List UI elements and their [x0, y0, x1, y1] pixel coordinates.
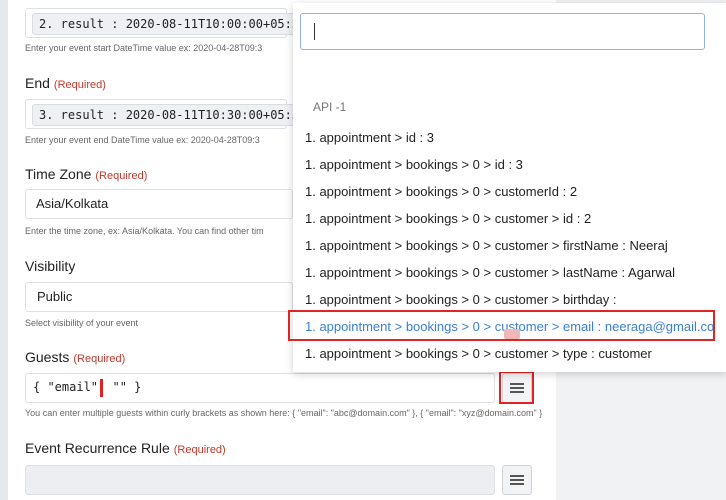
guests-input[interactable]: { "email": "" }	[25, 373, 495, 403]
visibility-label: Visibility	[25, 258, 76, 274]
dropdown-group-label: API -1	[313, 100, 347, 114]
timezone-required-marker: (Required)	[95, 170, 148, 182]
timezone-help-text: Enter the time zone, ex: Asia/Kolkata. Y…	[25, 226, 264, 236]
dropdown-item[interactable]: 1. appointment > bookings > 0 > customer…	[305, 265, 675, 280]
drag-cursor-icon	[504, 329, 520, 339]
start-datetime-input[interactable]: 2. result : 2020-08-11T10:00:00+05:30	[25, 8, 314, 38]
dropdown-item[interactable]: 1. appointment > id : 3	[305, 130, 434, 145]
variable-search-input[interactable]	[300, 13, 705, 50]
guests-help-text: You can enter multiple guests within cur…	[25, 408, 543, 418]
timezone-input[interactable]: Asia/Kolkata	[25, 189, 293, 219]
timezone-label: Time Zone (Required)	[25, 166, 147, 182]
guests-label-text: Guests	[25, 349, 70, 365]
dropdown-item[interactable]: 1. appointment > bookings > 0 > customer…	[305, 211, 591, 226]
visibility-value: Public	[37, 289, 73, 304]
dropdown-item[interactable]: 1. appointment > bookings > 0 > id : 3	[305, 157, 523, 172]
guests-label: Guests (Required)	[25, 349, 125, 365]
hamburger-icon	[510, 473, 524, 487]
end-label-text: End	[25, 75, 50, 91]
end-datetime-input[interactable]: 3. result : 2020-08-11T10:30:00+05:30	[25, 99, 314, 129]
guests-required-marker: (Required)	[73, 353, 126, 365]
page-gutter	[0, 0, 8, 500]
start-help-text: Enter your event start DateTime value ex…	[25, 43, 263, 53]
start-datetime-token: 2. result : 2020-08-11T10:00:00+05:30	[32, 13, 314, 35]
end-datetime-token: 3. result : 2020-08-11T10:30:00+05:30	[32, 104, 314, 126]
timezone-label-text: Time Zone	[25, 166, 92, 182]
dropdown-item[interactable]: 1. appointment > bookings > 0 > customer…	[305, 238, 668, 253]
recurrence-field-menu-button[interactable]	[502, 465, 532, 495]
guests-cursor-marker	[100, 379, 103, 397]
visibility-help-text: Select visibility of your event	[25, 318, 139, 328]
email-item-highlight	[288, 310, 715, 341]
end-label: End (Required)	[25, 75, 106, 91]
end-help-text: Enter your event end DateTime value ex: …	[25, 135, 260, 145]
dropdown-item[interactable]: 1. appointment > bookings > 0 > customer…	[305, 292, 616, 307]
guests-value: { "email": "" }	[33, 380, 142, 394]
timezone-value: Asia/Kolkata	[36, 196, 109, 211]
visibility-select[interactable]: Public	[25, 282, 293, 312]
guests-menu-highlight	[499, 371, 534, 404]
end-required-marker: (Required)	[53, 79, 106, 91]
dropdown-item[interactable]: 1. appointment > bookings > 0 > customer…	[305, 346, 652, 361]
recurrence-label-text: Event Recurrence Rule	[25, 440, 170, 456]
dropdown-item[interactable]: 1. appointment > bookings > 0 > customer…	[305, 184, 577, 199]
recurrence-label: Event Recurrence Rule (Required)	[25, 440, 226, 456]
recurrence-required-marker: (Required)	[173, 444, 226, 456]
recurrence-input[interactable]	[25, 465, 495, 495]
text-caret	[314, 23, 315, 40]
